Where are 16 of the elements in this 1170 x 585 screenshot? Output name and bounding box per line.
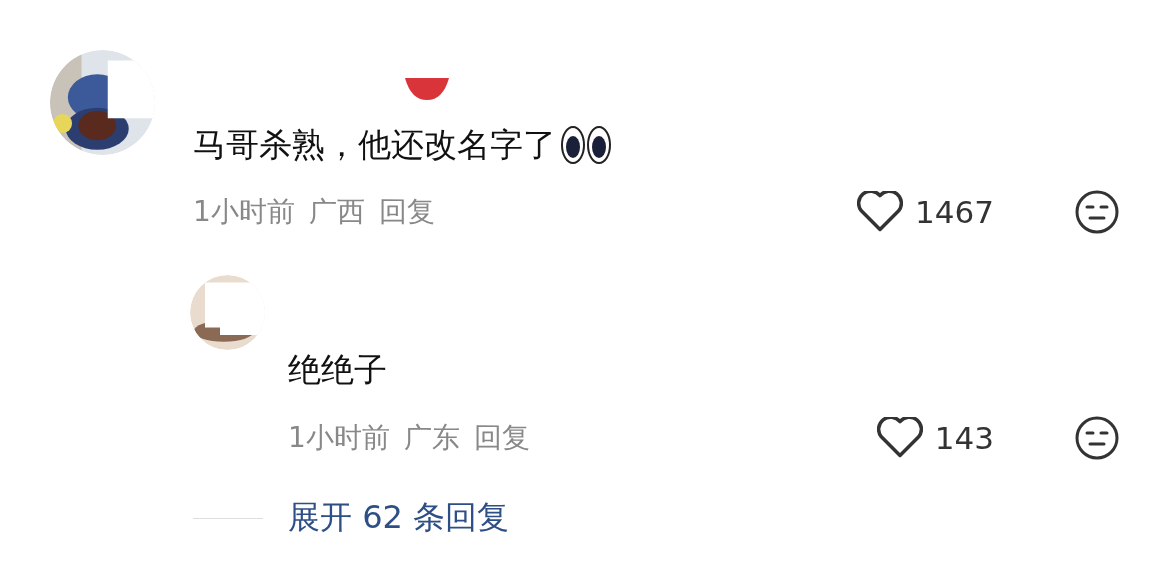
comment-location: 广东 — [403, 420, 460, 456]
reply-link[interactable]: 回复 — [378, 193, 435, 231]
heart-icon[interactable] — [876, 417, 923, 459]
like-count: 1467 — [915, 194, 994, 230]
heart-icon[interactable] — [857, 191, 904, 233]
comment-time: 1小时前 — [193, 194, 295, 230]
comment-text: 绝绝子 — [288, 348, 387, 391]
comment-time: 1小时前 — [288, 420, 390, 456]
eyes-icon — [560, 125, 612, 165]
like-count: 143 — [934, 420, 994, 456]
neutral-face-icon[interactable] — [1074, 189, 1120, 235]
comment-text: 马哥杀熟，他还改名字了 — [193, 123, 556, 166]
comment-location: 广西 — [308, 194, 365, 230]
expand-replies-link[interactable]: 展开 62 条回复 — [288, 496, 510, 540]
reply-link[interactable]: 回复 — [473, 419, 530, 457]
neutral-face-icon[interactable] — [1074, 415, 1120, 461]
